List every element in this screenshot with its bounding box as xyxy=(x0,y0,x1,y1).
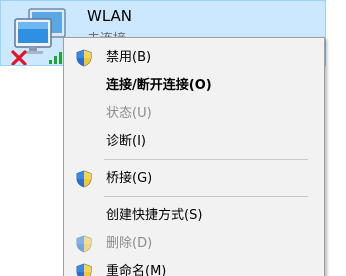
menu-item-label: 创建快捷方式(S) xyxy=(106,208,203,223)
menu-item-label: 禁用(B) xyxy=(106,50,152,65)
network-adapter-icon xyxy=(11,8,66,65)
uac-shield-icon xyxy=(76,263,92,276)
menu-item-rename[interactable]: 重命名(M) xyxy=(64,260,324,276)
uac-shield-icon xyxy=(76,235,92,253)
menu-item-label: 连接/断开连接(O) xyxy=(106,78,212,93)
menu-item-delete[interactable]: 删除(D) xyxy=(64,232,324,256)
menu-item-label: 桥接(G) xyxy=(106,171,153,186)
signal-bars-icon xyxy=(49,52,62,64)
uac-shield-icon xyxy=(76,170,92,188)
menu-item-label: 诊断(I) xyxy=(106,134,146,149)
menu-item-label: 重命名(M) xyxy=(106,264,167,276)
context-menu: 禁用(B) 连接/断开连接(O) 状态(U) 诊断(I) 桥接(G) 创建快捷方… xyxy=(63,37,325,276)
menu-item-status[interactable]: 状态(U) xyxy=(64,102,324,126)
menu-item-connect-disconnect[interactable]: 连接/断开连接(O) xyxy=(64,74,324,98)
menu-item-label: 状态(U) xyxy=(106,106,152,121)
menu-item-diagnose[interactable]: 诊断(I) xyxy=(64,130,324,154)
menu-item-bridge[interactable]: 桥接(G) xyxy=(64,167,324,191)
network-connections-window: WLAN 未连接 禁用(B) 连接/断开连接(O) 状态(U) 诊断(I) xyxy=(0,0,346,276)
menu-separator xyxy=(104,196,308,197)
uac-shield-icon xyxy=(76,49,92,67)
menu-separator xyxy=(104,159,308,160)
menu-item-disable[interactable]: 禁用(B) xyxy=(64,46,324,70)
disconnected-x-icon xyxy=(11,50,27,65)
menu-item-label: 删除(D) xyxy=(106,236,153,251)
menu-item-create-shortcut[interactable]: 创建快捷方式(S) xyxy=(64,204,324,228)
adapter-name: WLAN xyxy=(87,7,133,25)
